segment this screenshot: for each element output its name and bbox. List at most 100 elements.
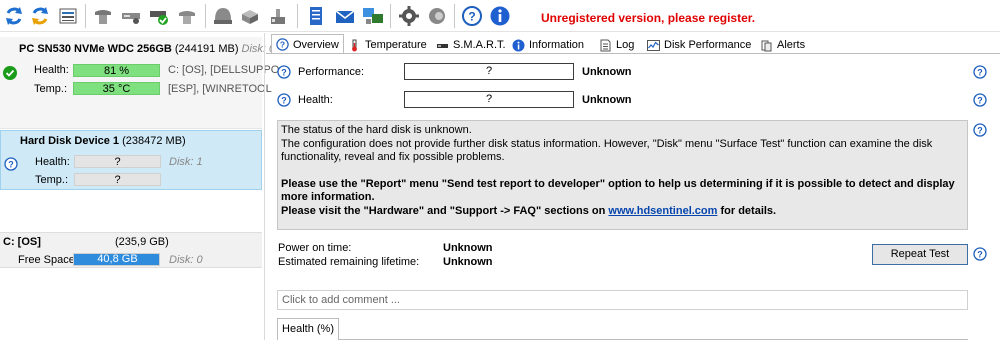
- performance-chart-icon: [647, 39, 660, 51]
- status-line-1: The status of the hard disk is unknown.: [281, 124, 472, 136]
- refresh-icon[interactable]: [2, 4, 26, 28]
- svg-text:?: ?: [280, 40, 285, 50]
- log-icon: [600, 39, 611, 51]
- health-label: Health:: [298, 94, 333, 106]
- website-link[interactable]: www.hdsentinel.com: [608, 205, 717, 217]
- comment-input[interactable]: Click to add comment ...: [277, 290, 968, 310]
- tab-log[interactable]: Log: [599, 36, 634, 54]
- message-help-icon[interactable]: ?: [973, 123, 987, 137]
- disk-name: PC SN530 NVMe WDC 256GB: [19, 43, 172, 55]
- tab-label: Log: [616, 39, 635, 51]
- performance-status: Unknown: [582, 66, 632, 78]
- temp-label: Temp.:: [34, 83, 68, 95]
- tab-overview[interactable]: ? Overview: [271, 34, 344, 54]
- surface-test-icon[interactable]: [91, 4, 115, 28]
- visit-suffix: for details.: [717, 204, 777, 217]
- tab-health-chart[interactable]: Health (%): [277, 318, 339, 340]
- question-circle-icon: ?: [276, 38, 289, 51]
- svg-text:?: ?: [8, 159, 14, 169]
- volume-disk-label: Disk: 0: [169, 254, 203, 266]
- temp-label: Temp.:: [35, 174, 69, 186]
- acoustic-icon[interactable]: [175, 4, 199, 28]
- disk-title: PC SN530 NVMe WDC 256GB (244191 MB) Disk…: [19, 43, 275, 55]
- disk-details-icon[interactable]: [56, 4, 80, 28]
- lifetime-label: Estimated remaining lifetime:: [278, 256, 420, 268]
- partition-list-2: [ESP], [WINRETOOL: [168, 83, 272, 95]
- visit-instruction: Please visit the "Hardware" and "Support…: [281, 205, 964, 219]
- disk-item-0[interactable]: PC SN530 NVMe WDC 256GB (244191 MB) Disk…: [0, 37, 279, 129]
- performance-field: ?: [404, 63, 574, 80]
- tab-temperature[interactable]: Temperature: [348, 36, 427, 54]
- toolbar-separator: [454, 4, 455, 28]
- tab-smart[interactable]: S.M.A.R.T.: [436, 36, 506, 54]
- volume-item[interactable]: C: [OS] (235,9 GB) Free Space 40,8 GB Di…: [0, 232, 262, 268]
- toolbar-separator: [297, 4, 298, 28]
- disk-item-1-selected[interactable]: Hard Disk Device 1 (238472 MB) ? Health:…: [0, 130, 262, 190]
- temp-bar: 35 °C: [73, 82, 160, 95]
- alerts-icon: [761, 40, 772, 51]
- panel-divider[interactable]: [264, 33, 265, 340]
- toolbar-separator: [390, 4, 391, 28]
- help-icon[interactable]: ?: [460, 4, 484, 28]
- info-icon: [512, 39, 525, 51]
- visit-prefix: Please visit the "Hardware" and "Support…: [281, 204, 609, 217]
- performance-help-icon[interactable]: ?: [277, 65, 291, 79]
- refresh-all-icon[interactable]: [28, 4, 52, 28]
- tab-strip-border: [266, 53, 1000, 54]
- thermometer-icon: [352, 39, 357, 51]
- tab-label: Overview: [293, 38, 339, 51]
- health-label: Health:: [35, 156, 70, 168]
- tab-label: Disk Performance: [664, 39, 752, 51]
- tab-label: Information: [529, 39, 585, 51]
- toolbar-separator: [205, 4, 206, 28]
- health-status: Unknown: [582, 94, 632, 106]
- tab-label: S.M.A.R.T.: [453, 39, 506, 51]
- volume-size: (235,9 GB): [115, 236, 169, 248]
- tab-alerts[interactable]: Alerts: [760, 36, 805, 54]
- disk-dome-icon[interactable]: [211, 4, 235, 28]
- disk-title: Hard Disk Device 1 (238472 MB): [20, 135, 186, 147]
- health-bar: 81 %: [73, 64, 160, 77]
- tab-disk-performance[interactable]: Disk Performance: [647, 36, 751, 54]
- info-icon[interactable]: [488, 4, 512, 28]
- svg-text:?: ?: [977, 67, 983, 77]
- svg-text:?: ?: [977, 95, 983, 105]
- settings-gear-icon[interactable]: [397, 4, 421, 28]
- toolbar: ? Unregistered version, please register.: [0, 0, 1000, 32]
- svg-text:?: ?: [977, 125, 983, 135]
- drives-icon[interactable]: [238, 4, 262, 28]
- app-window: ? Unregistered version, please register.…: [0, 0, 1000, 340]
- usb-drive-icon[interactable]: [266, 4, 290, 28]
- tab-information[interactable]: Information: [512, 36, 584, 54]
- svg-text:?: ?: [977, 249, 983, 259]
- network-icon[interactable]: [361, 4, 385, 28]
- performance-info-icon[interactable]: ?: [973, 65, 987, 79]
- partition-list-1: C: [OS], [DELLSUPPO: [168, 64, 280, 76]
- sound-icon[interactable]: [425, 4, 449, 28]
- email-icon[interactable]: [333, 4, 357, 28]
- free-space-label: Free Space: [18, 254, 75, 266]
- free-space-fill: 40,8 GB: [74, 254, 159, 265]
- disk-test-icon[interactable]: [119, 4, 143, 28]
- disk-size: (244191 MB): [174, 43, 239, 55]
- disk-label: Disk: 1: [169, 156, 203, 168]
- tab-label: Alerts: [777, 39, 806, 51]
- health-info-icon[interactable]: ?: [973, 93, 987, 107]
- unregistered-link[interactable]: Unregistered version, please register.: [541, 11, 755, 25]
- health-help-icon[interactable]: ?: [277, 93, 291, 107]
- repeat-test-help-icon[interactable]: ?: [973, 247, 987, 261]
- smart-disk-icon: [437, 43, 448, 48]
- health-label: Health:: [34, 64, 69, 76]
- report-instruction: Please use the "Report" menu "Send test …: [281, 177, 955, 204]
- disk-name: Hard Disk Device 1: [20, 135, 120, 147]
- repeat-test-button[interactable]: Repeat Test: [872, 244, 968, 265]
- disk-ok-icon[interactable]: [147, 4, 171, 28]
- health-bar: ?: [74, 155, 161, 168]
- tab-label: Temperature: [365, 39, 427, 51]
- svg-text:?: ?: [281, 67, 287, 77]
- power-on-value: Unknown: [443, 242, 493, 254]
- disk-size: (238472 MB): [122, 135, 186, 147]
- health-unknown-icon: ?: [4, 157, 18, 171]
- report-icon[interactable]: [304, 4, 328, 28]
- status-message-box: The status of the hard disk is unknown. …: [277, 120, 968, 230]
